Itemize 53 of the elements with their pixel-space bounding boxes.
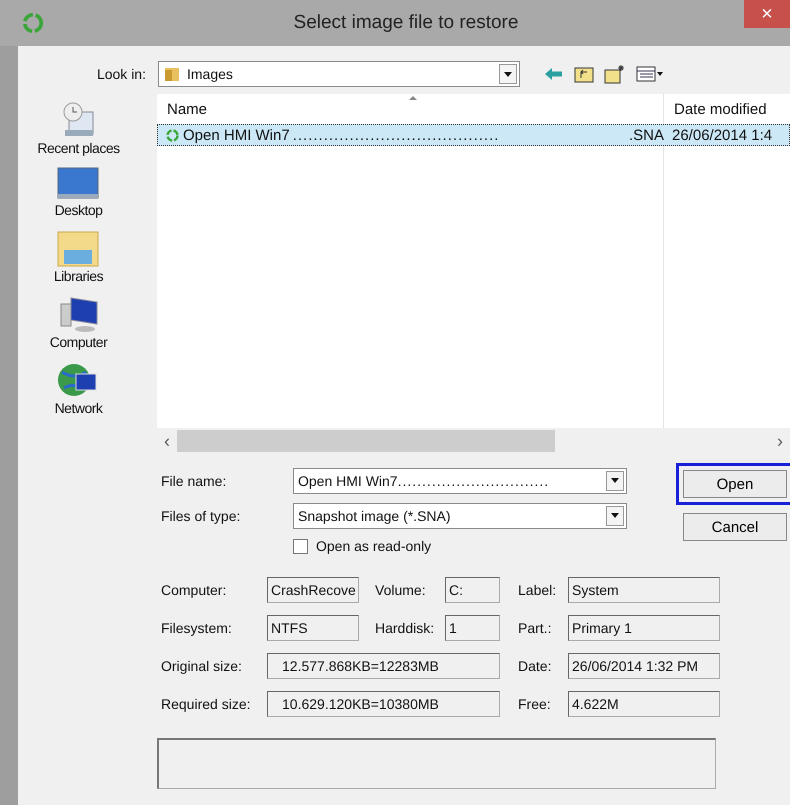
info-label: Harddisk: — [375, 620, 436, 636]
place-item[interactable]: Desktop — [54, 166, 102, 218]
place-item[interactable]: Recent places — [37, 100, 120, 156]
info-value-field: 12.577.868KB=12283MB — [267, 653, 500, 679]
recycle-icon — [22, 12, 44, 34]
open-button[interactable]: Open — [676, 463, 790, 505]
info-value-field: NTFS — [267, 615, 359, 641]
new-folder-icon[interactable] — [604, 64, 626, 84]
sort-arrow-icon — [409, 96, 417, 100]
close-button[interactable]: × — [744, 0, 790, 28]
info-label: Date: — [518, 658, 552, 674]
info-label: Free: — [518, 696, 552, 712]
info-label: Volume: — [375, 582, 427, 598]
file-row[interactable]: Open HMI Win7 ........................................ .SNA 26/06/2014 1:4 — [157, 124, 790, 146]
info-value-field: System — [568, 577, 720, 603]
info-label: Part.: — [518, 620, 552, 636]
info-value-field: 1 — [445, 615, 500, 641]
horizontal-scrollbar[interactable]: ‹ › — [157, 428, 790, 454]
folder-icon — [163, 65, 181, 83]
date-cell-text: 26/06/2014 1:4 — [671, 126, 772, 144]
view-menu-icon[interactable] — [636, 65, 664, 83]
file-name-label: File name: — [161, 472, 228, 488]
recycle-icon — [165, 128, 180, 142]
info-value-field: CrashRecove — [267, 577, 359, 603]
cancel-button[interactable]: Cancel — [683, 513, 787, 541]
back-arrow-icon[interactable] — [544, 67, 564, 81]
place-item[interactable]: Computer — [50, 294, 108, 350]
file-name-cell: Open HMI Win7 ........................................ .SNA — [157, 126, 664, 144]
window-title: Select image file to restore — [292, 12, 520, 34]
place-item[interactable]: Network — [54, 360, 102, 416]
scroll-right-button[interactable]: › — [770, 430, 790, 452]
info-label: Required size: — [161, 696, 252, 712]
file-name-field[interactable]: Open HMI Win7............................... — [293, 468, 627, 494]
info-label: Computer: — [161, 582, 228, 598]
look-in-label: Look in: — [96, 66, 146, 82]
file-type-label: Files of type: — [161, 508, 242, 524]
look-in-dropdown[interactable]: Images — [158, 61, 520, 87]
info-value-field: 4.622M — [568, 691, 720, 717]
info-value-field: 26/06/2014 1:32 PM — [568, 653, 720, 679]
info-value-field: C: — [445, 577, 500, 603]
info-label: Label: — [518, 582, 558, 598]
file-type-dropdown[interactable]: Snapshot image (*.SNA) — [293, 502, 627, 528]
info-label: Original size: — [161, 658, 243, 674]
info-label: Filesystem: — [161, 620, 233, 636]
read-only-label: Open as read-only — [316, 538, 432, 554]
date-column-header[interactable]: Date modified — [664, 100, 767, 118]
scrollbar-thumb[interactable] — [177, 430, 555, 452]
folder-up-icon[interactable] — [574, 65, 594, 83]
read-only-checkbox[interactable] — [293, 538, 308, 554]
place-item[interactable]: Libraries — [54, 228, 104, 284]
scroll-left-button[interactable]: ‹ — [157, 430, 177, 452]
info-value-field: Primary 1 — [568, 615, 720, 641]
info-value-field: 10.629.120KB=10380MB — [267, 691, 500, 717]
